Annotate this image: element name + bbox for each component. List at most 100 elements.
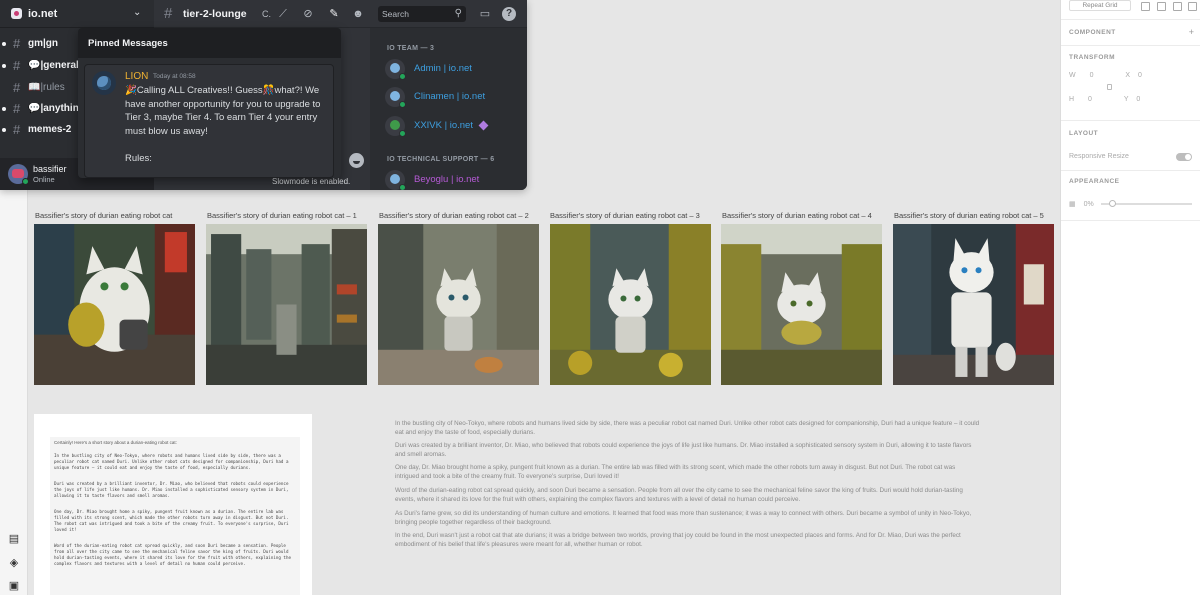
user-status: Online [33,175,55,184]
message-author[interactable]: LION [125,71,148,82]
message-timestamp: Today at 08:58 [153,73,196,80]
chevron-down-icon[interactable]: ⌄ [133,7,141,18]
member-item[interactable]: Admin | io.net [385,59,525,81]
member-item[interactable]: XXIVK | io.net [385,116,525,138]
opacity-slider-knob[interactable] [1109,200,1116,207]
plugins-icon[interactable]: ▣ [8,580,20,592]
unread-dot [2,64,6,68]
width-label: W [1069,72,1076,79]
unread-dot [2,128,6,132]
document-artboard[interactable]: Certainly! Here's a short story about a … [34,414,312,595]
hash-icon: # [13,122,21,137]
align-icon[interactable] [1188,2,1197,11]
align-icon[interactable] [1157,2,1166,11]
inbox-icon[interactable]: ▭ [478,7,492,21]
pinned-message[interactable]: LION Today at 08:58 🎉Calling ALL Creativ… [84,64,334,178]
channel-name: 📖|rules [28,82,65,93]
member-list: IO TEAM — 3 Admin | io.net Clinamen | io… [370,28,527,190]
artwork-image[interactable] [206,224,367,385]
artboard-label[interactable]: Bassifier's story of durian eating robot… [35,211,172,220]
server-header[interactable]: io.net ⌄ [0,0,154,28]
artwork-image[interactable] [378,224,539,385]
artboard-label[interactable]: Bassifier's story of durian eating robot… [722,211,872,220]
pinned-messages-icon[interactable]: ✎ [327,7,341,21]
x-label: X [1125,72,1131,79]
member-name: Clinamen | io.net [414,91,486,102]
online-status-icon [399,73,406,80]
width-field[interactable]: 0 [1090,72,1094,79]
member-item[interactable]: Beyoglu | io.net [385,170,525,190]
member-item[interactable]: Clinamen | io.net [385,87,525,109]
pinned-messages-popup: Pinned Messages LION Today at 08:58 🎉Cal… [78,28,341,178]
align-icon[interactable] [1141,2,1150,11]
responsive-resize-label: Responsive Resize [1069,153,1129,160]
height-label: H [1069,96,1075,103]
channel-name: memes-2 [28,124,72,135]
member-name: Admin | io.net [414,63,472,74]
member-group-heading: IO TEAM — 3 [387,45,435,52]
layers-icon[interactable]: ◈ [8,557,20,569]
channel-header: # tier-2-lounge C. ⟋ ⊘ ✎ ☻ Search ⚲ ▭ ? [154,0,527,28]
story-paragraph[interactable]: In the bustling city of Neo-Tokyo, where… [395,420,980,437]
story-paragraph[interactable]: Word of the durian-eating robot cat spre… [395,487,980,504]
document-paragraph: Word of the durian-eating robot cat spre… [54,543,291,566]
add-component-icon[interactable]: + [1189,27,1194,37]
document-paragraph: Duri was created by a brilliant inventor… [54,481,289,498]
story-paragraph[interactable]: In the end, Duri wasn't just a robot cat… [395,532,980,549]
layout-heading: LAYOUT [1069,130,1099,137]
pinned-header: Pinned Messages [78,28,341,58]
artwork-image[interactable] [721,224,882,385]
responsive-resize-toggle[interactable] [1176,153,1192,161]
hash-icon: # [13,58,21,73]
artboard-label[interactable]: Bassifier's story of durian eating robot… [550,211,700,220]
story-paragraph[interactable]: Duri was created by a brilliant inventor… [395,442,980,459]
inspector-panel: Repeat Grid COMPONENT + TRANSFORM W 0 X … [1060,0,1200,595]
hash-icon: # [13,80,21,95]
artboard-label[interactable]: Bassifier's story of durian eating robot… [894,211,1044,220]
height-field[interactable]: 0 [1088,96,1092,103]
help-icon[interactable]: ? [502,7,516,21]
online-status-icon [22,178,29,185]
y-field[interactable]: 0 [1136,96,1140,103]
search-placeholder: Search [382,9,409,19]
discord-window: io.net ⌄ # gm|gn # 💬|general # 📖|rules #… [0,0,527,190]
notifications-muted-icon[interactable]: ⊘ [301,7,315,21]
appearance-heading: APPEARANCE [1069,178,1120,185]
artwork-image[interactable] [893,224,1054,385]
threads-icon[interactable]: ⟋ [276,7,290,21]
online-status-icon [399,184,406,190]
unread-dot [2,107,6,111]
server-name: io.net [28,8,58,20]
transform-heading: TRANSFORM [1069,54,1116,61]
unread-dot [2,42,6,46]
artwork-image[interactable] [34,224,195,385]
message-body: 🎉Calling ALL Creatives!! Guess🎊what?! We… [125,85,321,137]
align-icon[interactable] [1173,2,1182,11]
document-title: Certainly! Here's a short story about a … [54,440,177,445]
artboard-label[interactable]: Bassifier's story of durian eating robot… [207,211,357,220]
story-paragraph[interactable]: As Duri's fame grew, so did its understa… [395,510,980,527]
avatar[interactable] [92,71,116,95]
opacity-field[interactable]: 0% [1084,201,1094,208]
member-name: Beyoglu | io.net [414,174,480,185]
channel-name: 💬|general [28,60,79,71]
online-status-icon [399,130,406,137]
slowmode-notice: Slowmode is enabled. [272,177,351,186]
hash-icon: # [13,36,21,51]
hash-icon: # [164,5,173,22]
pages-icon[interactable]: ▤ [8,533,20,545]
search-input[interactable]: Search ⚲ [378,6,466,22]
repeat-grid-button[interactable]: Repeat Grid [1069,0,1131,11]
story-paragraph[interactable]: One day, Dr. Miao brought home a spiky, … [395,464,980,481]
username: bassifier [33,164,67,174]
artwork-image[interactable] [550,224,711,385]
message-rules: Rules: [125,153,152,164]
lock-icon[interactable] [1107,84,1112,90]
document-page: Certainly! Here's a short story about a … [50,437,300,595]
emoji-icon[interactable] [349,153,364,168]
x-field[interactable]: 0 [1138,72,1142,79]
member-list-icon[interactable]: ☻ [351,7,365,21]
server-logo-icon [11,8,22,19]
channel-topic[interactable]: C. [262,9,271,19]
artboard-label[interactable]: Bassifier's story of durian eating robot… [379,211,529,220]
